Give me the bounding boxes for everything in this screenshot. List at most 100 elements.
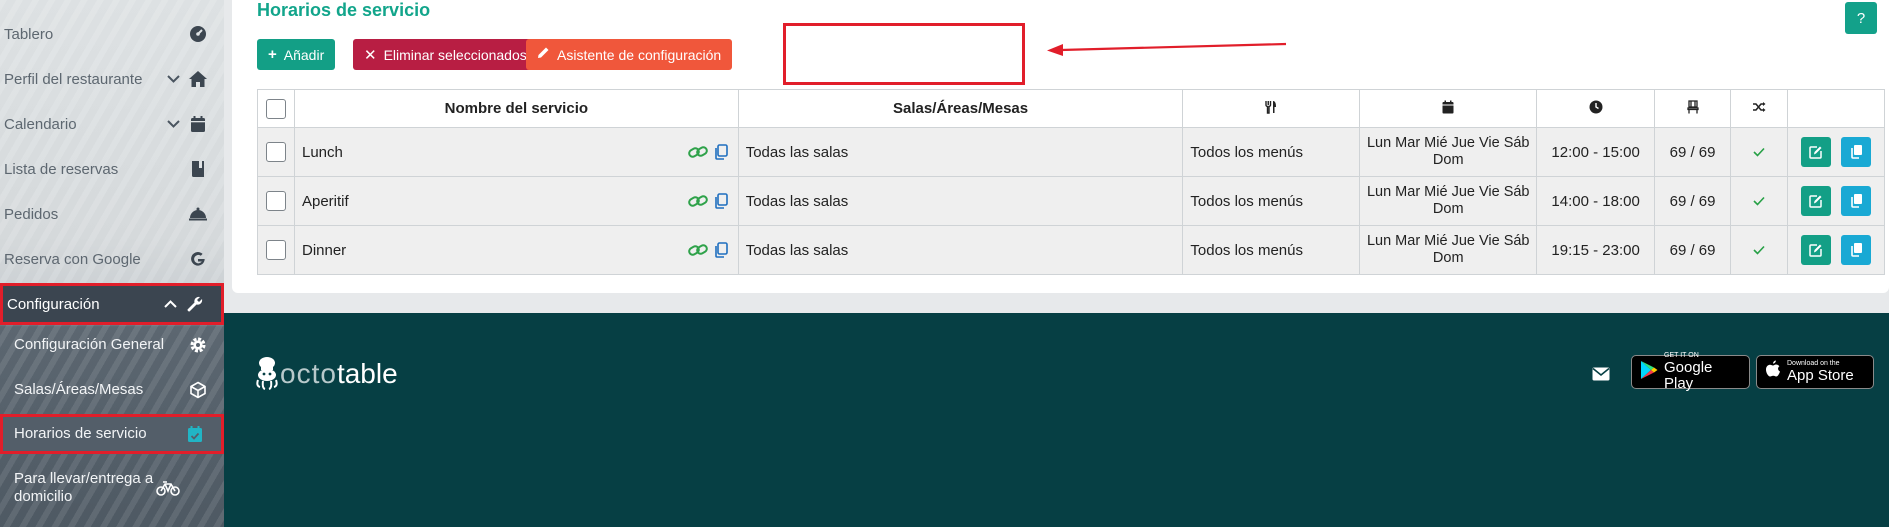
chef-octopus-icon (256, 357, 278, 390)
main-content: Horarios de servicio ? + Añadir ✕ Elimin… (224, 0, 1889, 313)
add-button-label: Añadir (283, 46, 325, 63)
sidebar-subitem-config-general[interactable]: Configuración General (0, 325, 224, 365)
book-icon (184, 158, 212, 180)
check-icon (1753, 196, 1765, 206)
duplicate-button[interactable] (1841, 234, 1872, 265)
row-checkbox[interactable] (265, 191, 286, 211)
col-header-name: Nombre del servicio (293, 89, 739, 128)
add-button[interactable]: + Añadir (257, 39, 336, 70)
sidebar-subitem-llevar[interactable]: Para llevar/entrega a domicilio (0, 465, 224, 511)
sidebar-item-calendario[interactable]: Calendario (0, 104, 224, 144)
sidebar-item-pedidos[interactable]: Pedidos (0, 194, 224, 234)
pencil-icon (537, 46, 550, 63)
status-cell (1730, 127, 1788, 177)
footer: octo table GET IT ON Google Play Download… (224, 313, 1889, 527)
service-name: Dinner (301, 241, 347, 259)
page-title: Horarios de servicio (257, 0, 431, 20)
setup-wizard-button[interactable]: Asistente de configuración (526, 39, 733, 70)
plus-icon: + (268, 46, 277, 63)
sidebar-item-label: Configuración (7, 295, 100, 313)
row-checkbox[interactable] (265, 240, 286, 260)
wrench-icon (181, 293, 209, 315)
link-icon[interactable] (687, 145, 708, 159)
edit-button[interactable] (1800, 186, 1831, 217)
sidebar-item-configuracion[interactable]: Configuración (0, 283, 224, 325)
clock-icon (1589, 100, 1603, 113)
copy-url-icon[interactable] (714, 144, 728, 160)
duplicate-button[interactable] (1841, 185, 1872, 216)
menus-cell: Todos los menús (1182, 176, 1361, 226)
annotation-arrow (1047, 42, 1287, 56)
utensils-icon (1265, 100, 1277, 114)
app-store-big-text: App Store (1787, 367, 1854, 384)
row-select-cell (257, 176, 295, 226)
services-table: Nombre del servicio Salas/Áreas/Mesas Lu… (257, 89, 1886, 275)
select-all-checkbox[interactable] (265, 98, 286, 119)
chair-icon (1686, 99, 1699, 113)
logo-text-octo: octo (280, 358, 337, 389)
bicycle-icon (154, 477, 182, 499)
chevron-up-icon (159, 297, 181, 311)
sidebar-subitem-salas[interactable]: Salas/Áreas/Mesas (0, 370, 224, 410)
sidebar-item-label: Tablero (4, 25, 54, 43)
cube-icon (184, 379, 212, 401)
rooms-cell: Todas las salas (737, 176, 1184, 226)
actions-cell (1786, 225, 1886, 275)
sidebar-item-reserva-google[interactable]: Reserva con Google (0, 239, 224, 279)
google-play-badge[interactable]: GET IT ON Google Play (1631, 352, 1750, 392)
shuffle-icon (1753, 102, 1766, 112)
col-header-capacity (1654, 89, 1732, 128)
row-select-cell (257, 127, 295, 177)
hours-cell: 14:00 - 18:00 (1536, 176, 1656, 226)
menus-cell: Todos los menús (1182, 225, 1361, 275)
services-card: Horarios de servicio ? + Añadir ✕ Elimin… (232, 0, 1889, 293)
sidebar-subitem-horarios[interactable]: Horarios de servicio (0, 414, 224, 454)
sidebar-item-lista-reservas[interactable]: Lista de reservas (0, 149, 224, 189)
sidebar-subitem-label: Para llevar/entrega a domicilio (14, 470, 154, 505)
capacity-cell: 69 / 69 (1654, 225, 1732, 275)
service-name-cell: Aperitif (293, 176, 739, 226)
table-row: Lunch Todas las salas Todos los menús Lu… (257, 127, 1886, 177)
mail-icon[interactable] (1592, 365, 1610, 386)
days-cell: Lun Mar Mié Jue Vie Sáb Dom (1359, 176, 1538, 226)
row-checkbox[interactable] (265, 142, 286, 162)
help-button[interactable]: ? (1845, 2, 1877, 34)
sidebar-item-perfil[interactable]: Perfil del restaurante (0, 59, 224, 99)
wizard-button-label: Asistente de configuración (557, 46, 722, 63)
sidebar-subitem-label: Configuración General (14, 336, 165, 353)
col-header-days (1359, 89, 1538, 128)
logo-text-table: table (336, 358, 398, 389)
table-row: Aperitif Todas las salas Todos los menús… (257, 176, 1886, 226)
duplicate-icon (1850, 145, 1862, 160)
sidebar-item-label: Reserva con Google (4, 250, 141, 268)
delete-selected-button[interactable]: ✕ Eliminar seleccionados (353, 39, 538, 70)
capacity-cell: 69 / 69 (1654, 127, 1732, 177)
duplicate-icon (1850, 194, 1862, 209)
calendar-icon (1442, 100, 1454, 113)
edit-button[interactable] (1800, 235, 1831, 266)
actions-cell (1786, 176, 1886, 226)
edit-icon (1809, 146, 1822, 159)
hours-cell: 12:00 - 15:00 (1536, 127, 1656, 177)
sidebar-subitem-label: Horarios de servicio (14, 425, 147, 442)
check-icon (1753, 147, 1765, 157)
app-store-badge[interactable]: Download on the App Store (1756, 355, 1874, 389)
link-icon[interactable] (687, 194, 708, 208)
service-name: Aperitif (301, 192, 349, 210)
link-icon[interactable] (687, 243, 708, 257)
status-cell (1730, 176, 1788, 226)
copy-url-icon[interactable] (714, 242, 728, 258)
sidebar-item-label: Perfil del restaurante (4, 70, 143, 88)
duplicate-button[interactable] (1841, 136, 1872, 167)
sidebar-item-tablero[interactable]: Tablero (0, 14, 224, 54)
select-all-cell (257, 89, 295, 128)
copy-url-icon[interactable] (714, 193, 728, 209)
apple-icon (1765, 360, 1781, 384)
sidebar-subitem-label: Salas/Áreas/Mesas (14, 381, 144, 398)
google-play-icon (1640, 360, 1658, 385)
sidebar-item-label: Pedidos (4, 205, 59, 223)
row-select-cell (257, 225, 295, 275)
col-header-actions (1786, 89, 1886, 128)
calendar-icon (184, 113, 212, 135)
edit-button[interactable] (1800, 137, 1831, 168)
